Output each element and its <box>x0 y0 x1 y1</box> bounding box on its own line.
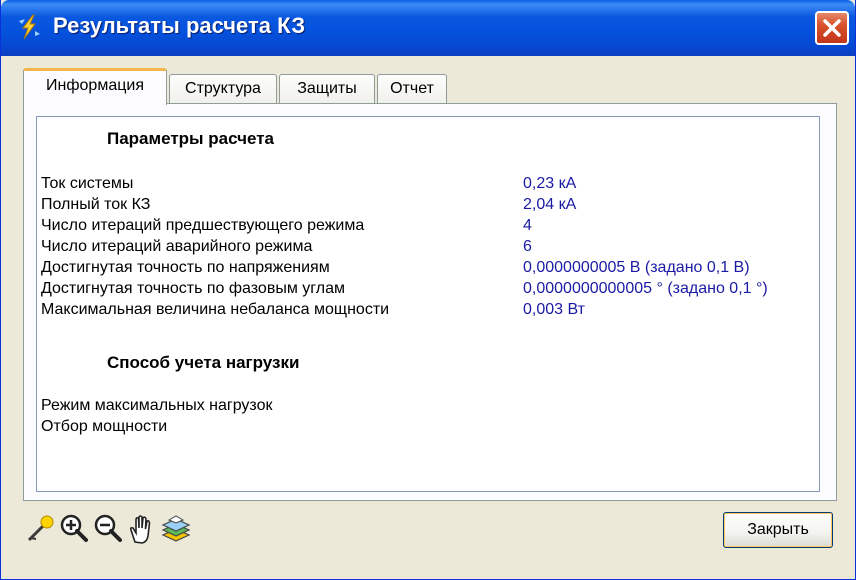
param-label: Максимальная величина небаланса мощности <box>41 301 390 318</box>
load-method-heading: Способ учета нагрузки <box>107 353 300 372</box>
pan-hand-icon[interactable] <box>125 512 159 546</box>
layers-icon[interactable] <box>159 512 193 546</box>
zoom-out-icon[interactable] <box>91 512 125 546</box>
param-label: Достигнутая точность по напряжениям <box>41 259 330 276</box>
tab-structure[interactable]: Структура <box>169 74 277 104</box>
zoom-in-icon[interactable] <box>57 512 91 546</box>
param-value: 0,23 кА <box>523 175 577 192</box>
param-label: Достигнутая точность по фазовым углам <box>41 280 345 297</box>
tab-protections[interactable]: Защиты <box>279 74 375 104</box>
calc-params-heading: Параметры расчета <box>107 129 275 148</box>
param-label: Число итераций предшествующего режима <box>41 217 365 234</box>
param-value: 6 <box>523 238 532 255</box>
info-content: Параметры расчета Ток системы 0,23 кА По… <box>36 116 820 492</box>
select-tool-icon[interactable] <box>23 512 57 546</box>
close-button[interactable]: Закрыть <box>723 512 833 548</box>
param-value: 0,0000000000005 ° (задано 0,1 °) <box>523 280 768 297</box>
param-value: 0,003 Вт <box>523 301 585 318</box>
load-line: Отбор мощности <box>41 418 168 435</box>
tab-panel: Параметры расчета Ток системы 0,23 кА По… <box>23 103 837 501</box>
param-label: Полный ток КЗ <box>41 196 151 213</box>
param-value: 4 <box>523 217 532 234</box>
param-value: 0,0000000005 В (задано 0,1 В) <box>523 259 750 276</box>
param-label: Число итераций аварийного режима <box>41 238 313 255</box>
title-bar[interactable]: Результаты расчета КЗ <box>1 0 855 56</box>
load-line: Режим максимальных нагрузок <box>41 397 273 414</box>
window-title: Результаты расчета КЗ <box>53 13 306 38</box>
close-window-button[interactable] <box>815 11 849 45</box>
tab-information[interactable]: Информация <box>23 68 167 105</box>
param-value: 2,04 кА <box>523 196 577 213</box>
tab-report[interactable]: Отчет <box>377 74 447 104</box>
close-icon <box>823 19 841 37</box>
param-label: Ток системы <box>41 175 134 192</box>
dialog-window: Результаты расчета КЗ Информация Структу… <box>0 0 856 580</box>
lightning-icon <box>15 13 43 41</box>
